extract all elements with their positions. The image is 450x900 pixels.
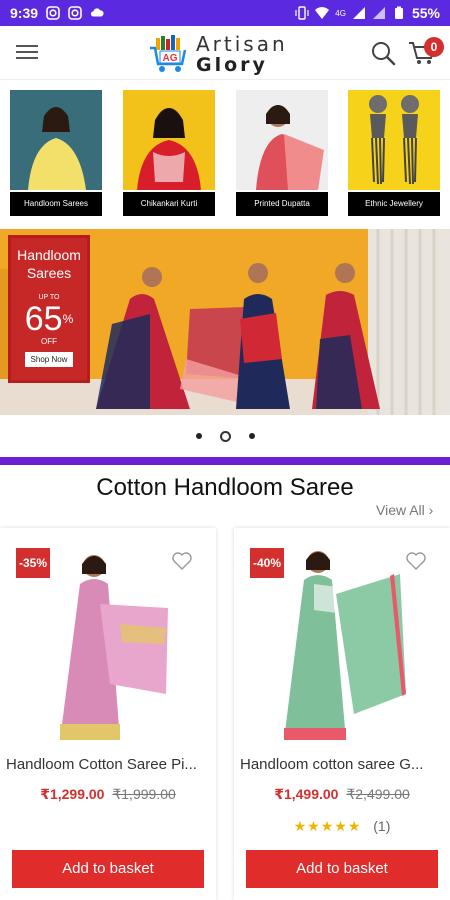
category-label: Handloom Sarees — [10, 192, 102, 216]
logo-line2: Glory — [196, 53, 268, 76]
category-label: Ethnic Jewellery — [348, 192, 440, 216]
signal-icon — [372, 7, 385, 19]
carousel-dot-active[interactable] — [219, 430, 231, 442]
discount-badge: -40% — [250, 548, 284, 578]
battery-percent: 55% — [411, 5, 440, 21]
category-image — [348, 90, 440, 190]
product-image — [274, 544, 414, 740]
status-right: 4G 55% — [295, 5, 440, 21]
banner-off: OFF — [41, 337, 57, 346]
banner-title: Handloom Sarees — [17, 247, 81, 281]
product-image — [40, 544, 180, 740]
discount-badge: -35% — [16, 548, 50, 578]
hero-banner[interactable]: Handloom Sarees UP TO 65% OFF Shop Now — [0, 229, 450, 415]
menu-button[interactable] — [16, 42, 38, 62]
star-rating-icon: ★★★★★ — [293, 818, 362, 834]
cloud-icon — [90, 8, 104, 17]
category-label: Chikankari Kurti — [123, 192, 215, 216]
status-time: 9:39 — [10, 5, 39, 21]
search-icon[interactable] — [370, 40, 396, 66]
category-label: Printed Dupatta — [236, 192, 328, 216]
logo-text: Artisan Glory — [196, 34, 288, 75]
product-card[interactable]: -35% Handloom Cotton Saree Pi... ₹1,299.… — [0, 528, 216, 900]
logo[interactable]: AG Artisan Glory — [148, 32, 308, 76]
hamburger-icon — [16, 45, 38, 47]
product-name[interactable]: Handloom Cotton Saree Pi... — [6, 756, 212, 773]
product-old-price: ₹1,999.00 — [112, 786, 176, 802]
section-title: Cotton Handloom Saree — [96, 474, 354, 501]
rating-row: ★★★★★ (1) — [234, 818, 450, 835]
cart-count-badge: 0 — [424, 37, 444, 57]
signal-icon — [352, 7, 365, 19]
app-header: AG Artisan Glory 0 — [0, 26, 450, 80]
price-row: ₹1,299.00 ₹1,999.00 — [0, 786, 216, 803]
category-image — [236, 90, 328, 190]
logo-line1: Artisan — [196, 31, 288, 56]
carousel-indicator — [0, 428, 450, 444]
category-tile-chikankari-kurti[interactable]: Chikankari Kurti — [123, 90, 215, 216]
logo-cart-icon: AG — [150, 35, 187, 72]
category-tile-printed-dupatta[interactable]: Printed Dupatta — [236, 90, 328, 216]
category-tile-handloom-sarees[interactable]: Handloom Sarees — [10, 90, 102, 216]
product-name[interactable]: Handloom cotton saree G... — [240, 756, 446, 773]
banner-percent: 65% — [24, 300, 74, 338]
category-image — [10, 90, 102, 190]
product-card[interactable]: -40% Handloom cotton saree G... ₹1,499.0… — [234, 528, 450, 900]
section-divider — [0, 457, 450, 465]
category-tile-ethnic-jewellery[interactable]: Ethnic Jewellery — [348, 90, 440, 216]
carousel-dot[interactable] — [248, 433, 255, 439]
instagram-icon — [46, 6, 60, 20]
price-row: ₹1,499.00 ₹2,499.00 — [234, 786, 450, 803]
wifi-icon — [315, 7, 330, 19]
view-all-link[interactable]: View All › — [376, 502, 433, 518]
battery-icon — [394, 6, 403, 19]
carousel-dot[interactable] — [195, 433, 202, 439]
product-price: ₹1,299.00 — [40, 786, 105, 802]
network-type: 4G — [335, 8, 346, 18]
product-old-price: ₹2,499.00 — [346, 786, 410, 802]
status-bar: 9:39 4G 55% — [0, 0, 450, 26]
status-left: 9:39 — [10, 5, 104, 21]
category-image — [123, 90, 215, 190]
add-to-basket-button[interactable]: Add to basket — [246, 850, 438, 888]
shop-now-button[interactable]: Shop Now — [24, 352, 74, 367]
instagram-icon — [68, 6, 82, 20]
product-price: ₹1,499.00 — [274, 786, 339, 802]
heart-icon[interactable] — [172, 552, 192, 570]
add-to-basket-button[interactable]: Add to basket — [12, 850, 204, 888]
category-strip: Handloom Sarees Chikankari Kurti Printed… — [0, 88, 450, 218]
rating-count: (1) — [373, 818, 391, 834]
banner-offer-box: Handloom Sarees UP TO 65% OFF Shop Now — [8, 235, 90, 383]
chevron-right-icon: › — [428, 502, 434, 518]
logo-badge: AG — [163, 53, 178, 64]
heart-icon[interactable] — [406, 552, 426, 570]
vibrate-icon — [295, 6, 309, 20]
